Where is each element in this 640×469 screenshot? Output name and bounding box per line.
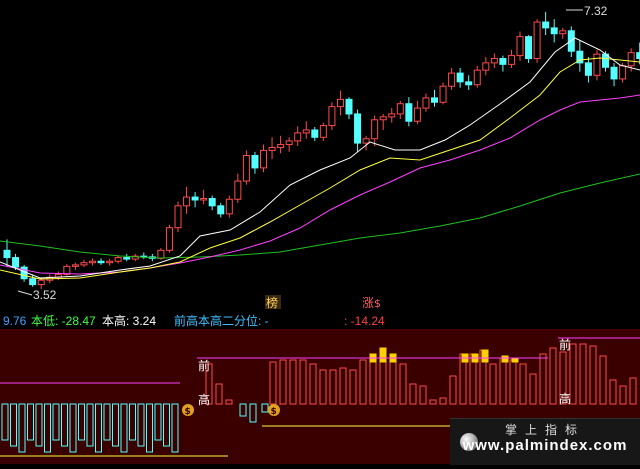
candle-body[interactable] bbox=[277, 144, 285, 148]
indicator-bar bbox=[379, 347, 387, 363]
info-qiangao-label: 前高本高二分位: - bbox=[174, 314, 269, 328]
watermark-url: www.palmindex.com bbox=[462, 437, 628, 454]
candle-body[interactable] bbox=[260, 149, 267, 169]
candle-body[interactable] bbox=[533, 21, 541, 60]
info-bengao: 本高: 3.24 bbox=[102, 314, 157, 328]
candle-body[interactable] bbox=[362, 138, 370, 144]
candle-body[interactable] bbox=[516, 36, 524, 57]
candle-body[interactable] bbox=[431, 97, 438, 103]
candle-body[interactable] bbox=[225, 198, 233, 215]
candle-body[interactable] bbox=[473, 69, 481, 86]
candle-body[interactable] bbox=[191, 196, 199, 201]
candle-body[interactable] bbox=[345, 98, 353, 115]
candle-body[interactable] bbox=[37, 279, 45, 286]
candle-body[interactable] bbox=[371, 119, 379, 140]
indicator-gao-label-1: 高 bbox=[198, 392, 210, 407]
price-high-label: 7.32 bbox=[584, 4, 608, 18]
candle-body[interactable] bbox=[336, 98, 344, 108]
candle-body[interactable] bbox=[319, 125, 327, 138]
watermark-cn: 掌上指标 bbox=[504, 423, 585, 437]
candle-body[interactable] bbox=[490, 58, 498, 64]
svg-text:$: $ bbox=[271, 407, 277, 417]
candle-body[interactable] bbox=[106, 260, 114, 264]
indicator-qian-label-1: 前 bbox=[198, 358, 210, 373]
candle-body[interactable] bbox=[388, 113, 396, 118]
info-qiangao-value: : -14.24 bbox=[344, 314, 385, 328]
dollar-marker: $ bbox=[374, 297, 381, 310]
candle-body[interactable] bbox=[157, 249, 165, 259]
candle-body[interactable] bbox=[200, 198, 208, 201]
bang-marker: 榜 bbox=[266, 295, 278, 310]
watermark: 掌上指标 www.palmindex.com bbox=[450, 418, 640, 465]
candle-body[interactable] bbox=[413, 107, 421, 122]
indicator-bar bbox=[501, 355, 509, 363]
svg-text:$: $ bbox=[185, 407, 191, 417]
candle-body[interactable] bbox=[610, 66, 618, 80]
candle-body[interactable] bbox=[593, 53, 601, 76]
chart-stage[interactable]: 7.32 3.52 榜 涨 $ 前 高 前 高 $ $ 9.76 本低: -28… bbox=[0, 0, 640, 465]
ma-yellow-line bbox=[0, 57, 640, 280]
candle-body[interactable] bbox=[448, 72, 456, 87]
info-bar: 9.76 本低: -28.47 本高: 3.24 前高本高二分位: - : -1… bbox=[0, 311, 640, 331]
candle-body[interactable] bbox=[559, 30, 567, 35]
zhang-marker: 涨 bbox=[362, 295, 374, 310]
candle-body[interactable] bbox=[619, 65, 627, 80]
candle-body[interactable] bbox=[251, 155, 259, 169]
candle-body[interactable] bbox=[294, 132, 302, 142]
indicator-qian-label-2: 前 bbox=[559, 337, 571, 352]
candle-body[interactable] bbox=[311, 129, 319, 138]
candle-body[interactable] bbox=[499, 58, 507, 65]
ma-white-line bbox=[0, 37, 640, 279]
candle-body[interactable] bbox=[114, 257, 122, 262]
candle-body[interactable] bbox=[174, 205, 182, 229]
candle-body[interactable] bbox=[379, 116, 387, 121]
candle-body[interactable] bbox=[183, 196, 191, 207]
price-low-label: 3.52 bbox=[33, 288, 57, 302]
candle-body[interactable] bbox=[71, 264, 79, 267]
candle-body[interactable] bbox=[405, 103, 413, 122]
candle-body[interactable] bbox=[584, 62, 592, 76]
candle-body[interactable] bbox=[97, 260, 105, 264]
candle-body[interactable] bbox=[396, 103, 404, 115]
indicator-bar bbox=[511, 357, 519, 363]
candle-body[interactable] bbox=[627, 52, 635, 67]
candle-body[interactable] bbox=[542, 21, 550, 29]
info-benlow: 本低: -28.47 bbox=[31, 314, 96, 328]
candle-body[interactable] bbox=[456, 72, 464, 83]
candle-body[interactable] bbox=[165, 227, 173, 251]
info-value-1: 9.76 bbox=[3, 314, 27, 328]
candle-body[interactable] bbox=[354, 113, 362, 144]
candle-body[interactable] bbox=[525, 36, 533, 60]
candlestick-chart[interactable] bbox=[3, 11, 640, 289]
ma-magenta-line bbox=[0, 94, 640, 275]
candle-body[interactable] bbox=[328, 106, 336, 127]
candle-body[interactable] bbox=[285, 140, 293, 146]
candle-body[interactable] bbox=[12, 257, 20, 268]
candle-body[interactable] bbox=[242, 155, 250, 182]
candle-body[interactable] bbox=[439, 85, 447, 103]
candle-body[interactable] bbox=[302, 129, 310, 134]
candle-body[interactable] bbox=[268, 146, 276, 151]
candle-body[interactable] bbox=[89, 260, 96, 264]
low-pointer-line bbox=[17, 290, 33, 296]
candle-body[interactable] bbox=[80, 262, 88, 266]
candle-body[interactable] bbox=[550, 27, 558, 35]
candle-body[interactable] bbox=[507, 55, 515, 65]
candle-body[interactable] bbox=[3, 249, 11, 259]
indicator-gao-label-2: 高 bbox=[559, 391, 571, 406]
candle-body[interactable] bbox=[465, 81, 473, 86]
candle-body[interactable] bbox=[234, 180, 242, 200]
candle-body[interactable] bbox=[123, 257, 131, 260]
indicator-bar bbox=[481, 349, 489, 363]
candle-body[interactable] bbox=[482, 62, 490, 71]
candle-body[interactable] bbox=[422, 97, 430, 109]
candle-body[interactable] bbox=[29, 278, 37, 286]
candle-body[interactable] bbox=[208, 198, 216, 207]
candle-body[interactable] bbox=[217, 205, 225, 215]
